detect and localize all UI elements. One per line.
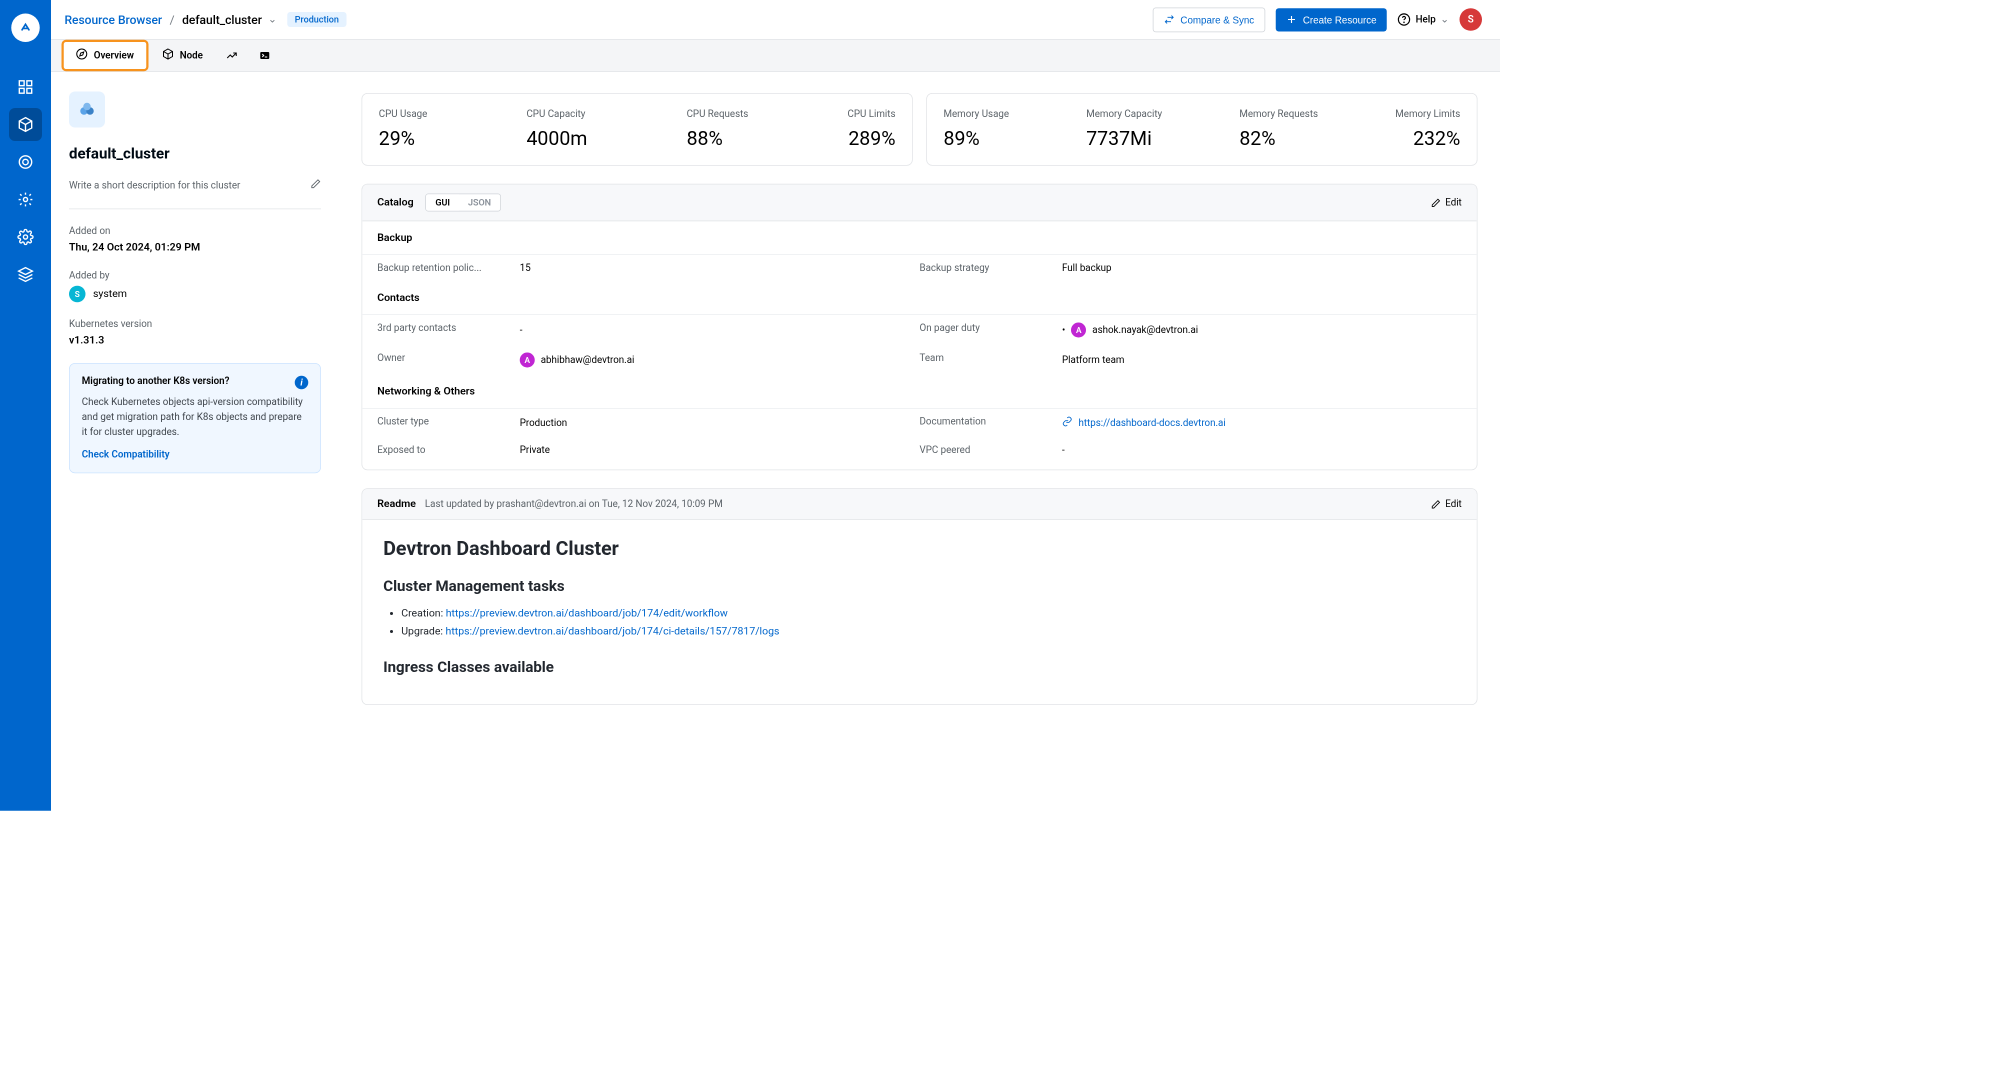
seg-json[interactable]: JSON bbox=[459, 194, 500, 211]
pager-contact: • A ashok.nayak@devtron.ai bbox=[1062, 323, 1198, 338]
readme-h2b: Ingress Classes available bbox=[383, 657, 1456, 675]
readme-link[interactable]: https://preview.devtron.ai/dashboard/job… bbox=[446, 608, 728, 620]
breadcrumb-root[interactable]: Resource Browser bbox=[65, 12, 163, 26]
breadcrumb: Resource Browser / default_cluster ⌄ bbox=[65, 12, 277, 26]
nav-rail bbox=[0, 0, 51, 811]
help-menu[interactable]: Help ⌄ bbox=[1398, 13, 1449, 27]
catalog-panel: Catalog GUI JSON Edit Backup bbox=[362, 184, 1478, 471]
readme-link[interactable]: https://preview.devtron.ai/dashboard/job… bbox=[446, 625, 780, 637]
cluster-icon bbox=[69, 92, 105, 128]
chevron-down-icon[interactable]: ⌄ bbox=[268, 14, 277, 26]
env-tag: Production bbox=[287, 12, 346, 27]
catalog-view-toggle: GUI JSON bbox=[426, 194, 501, 212]
edit-description-icon[interactable] bbox=[311, 179, 322, 193]
info-icon: i bbox=[295, 376, 309, 390]
avatar: A bbox=[520, 353, 535, 368]
brand-logo[interactable] bbox=[11, 14, 40, 43]
create-resource-button[interactable]: Create Resource bbox=[1276, 8, 1387, 31]
added-on-value: Thu, 24 Oct 2024, 01:29 PM bbox=[69, 242, 321, 254]
documentation-link[interactable]: https://dashboard-docs.devtron.ai bbox=[1079, 417, 1226, 428]
seg-gui[interactable]: GUI bbox=[426, 194, 459, 211]
list-item: Creation: https://preview.devtron.ai/das… bbox=[401, 605, 1456, 623]
tabs-bar: Overview Node bbox=[51, 39, 1500, 72]
overview-sidebar: default_cluster Write a short descriptio… bbox=[51, 72, 339, 811]
nav-gear2-icon[interactable] bbox=[9, 221, 42, 254]
chevron-down-icon: ⌄ bbox=[1440, 14, 1449, 26]
tab-node[interactable]: Node bbox=[150, 40, 215, 72]
nav-apps-icon[interactable] bbox=[9, 71, 42, 104]
link-icon bbox=[1062, 416, 1073, 430]
breadcrumb-current[interactable]: default_cluster ⌄ bbox=[182, 12, 277, 26]
cube-icon bbox=[162, 48, 174, 63]
header-bar: Resource Browser / default_cluster ⌄ Pro… bbox=[51, 0, 1500, 39]
nav-cube-icon[interactable] bbox=[9, 108, 42, 141]
nav-target-icon[interactable] bbox=[9, 146, 42, 179]
check-compatibility-link[interactable]: Check Compatibility bbox=[82, 450, 170, 461]
nav-stack-icon[interactable] bbox=[9, 258, 42, 291]
tab-overview[interactable]: Overview bbox=[62, 40, 149, 72]
readme-last-updated: Last updated by prashant@devtron.ai on T… bbox=[425, 498, 723, 509]
owner-contact: A abhibhaw@devtron.ai bbox=[520, 353, 635, 368]
cluster-description: Write a short description for this clust… bbox=[69, 180, 240, 191]
readme-panel: Readme Last updated by prashant@devtron.… bbox=[362, 488, 1478, 704]
added-by-user: S system bbox=[69, 286, 321, 303]
catalog-edit-button[interactable]: Edit bbox=[1431, 197, 1462, 208]
readme-h2a: Cluster Management tasks bbox=[383, 577, 1456, 595]
avatar: A bbox=[1071, 323, 1086, 338]
tab-terminal-icon[interactable] bbox=[248, 40, 281, 72]
list-item: Upgrade: https://preview.devtron.ai/dash… bbox=[401, 623, 1456, 641]
readme-edit-button[interactable]: Edit bbox=[1431, 498, 1462, 509]
cluster-title: default_cluster bbox=[69, 144, 321, 162]
memory-metrics-card: Memory Usage89% Memory Capacity7737Mi Me… bbox=[926, 93, 1477, 166]
user-avatar[interactable]: S bbox=[1460, 8, 1483, 31]
readme-h1: Devtron Dashboard Cluster bbox=[383, 538, 1456, 561]
migration-info-card: Migrating to another K8s version? i Chec… bbox=[69, 363, 321, 474]
compass-icon bbox=[76, 48, 88, 63]
tab-chart-icon[interactable] bbox=[215, 40, 248, 72]
user-avatar-icon: S bbox=[69, 286, 86, 303]
nav-gear1-icon[interactable] bbox=[9, 183, 42, 216]
k8s-version: v1.31.3 bbox=[69, 335, 321, 347]
cpu-metrics-card: CPU Usage29% CPU Capacity4000m CPU Reque… bbox=[362, 93, 913, 166]
compare-sync-button[interactable]: Compare & Sync bbox=[1153, 7, 1266, 32]
